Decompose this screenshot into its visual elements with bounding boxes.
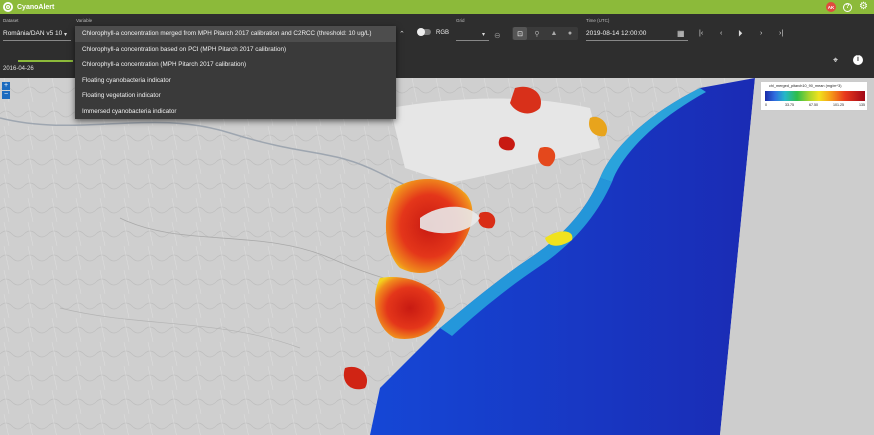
timeline-slider[interactable] <box>18 60 73 62</box>
time-underline <box>586 40 688 41</box>
legend-tick: 0 <box>765 103 767 107</box>
timeseries-icon[interactable]: ⌃ <box>399 31 405 39</box>
calendar-icon[interactable]: ▦ <box>677 30 685 38</box>
variable-option[interactable]: Floating vegetation indicator <box>75 88 396 104</box>
circle-mode-icon[interactable]: ● <box>563 27 577 40</box>
grid-chevron-down-icon[interactable]: ▾ <box>482 31 485 39</box>
time-input[interactable]: 2019-08-14 12:00:00 <box>586 30 646 37</box>
variable-option[interactable]: Chlorophyll-a concentration (MPH Pitarch… <box>75 57 396 73</box>
minus-circle-icon[interactable]: ⊖ <box>494 32 501 40</box>
dataset-label: Dataset <box>3 18 19 23</box>
variable-option[interactable]: Immersed cyanobacteria indicator <box>75 104 396 120</box>
zoom-out-button[interactable]: − <box>2 91 10 99</box>
variable-option[interactable]: Chlorophyll-a concentration merged from … <box>75 26 396 42</box>
dataset-select[interactable]: România/DAN v5 10 <box>3 30 62 37</box>
variable-option[interactable]: Floating cyanobacteria indicator <box>75 73 396 89</box>
legend-title: chl_merged_pitarch10_90_mean (mg/m^3) <box>769 84 842 88</box>
variable-label: Variable <box>76 18 93 23</box>
grid-label: Grid <box>456 18 465 23</box>
dataset-underline <box>3 40 71 41</box>
point-mode-icon[interactable]: ⚲ <box>530 27 544 40</box>
play-icon[interactable]: ⏵ <box>738 29 743 38</box>
location-icon[interactable]: ⌖ <box>833 56 838 65</box>
info-icon[interactable]: i <box>853 55 863 65</box>
first-icon[interactable]: |‹ <box>699 30 703 38</box>
variable-menu: Chlorophyll-a concentration merged from … <box>75 26 396 119</box>
app-bar: CyanoAlert AK ? ⚙ <box>0 0 874 14</box>
gear-icon[interactable]: ⚙ <box>859 2 868 12</box>
rgb-label: RGB <box>436 30 450 36</box>
chevron-down-icon[interactable]: ▾ <box>64 31 67 39</box>
polygon-mode-icon[interactable]: ▲ <box>547 27 561 40</box>
timeline-date: 2016-04-26 <box>3 66 34 72</box>
next-icon[interactable]: › <box>760 30 762 38</box>
legend-tick: 67.50 <box>809 103 818 107</box>
rgb-toggle[interactable] <box>417 28 431 36</box>
grid-underline <box>456 40 489 41</box>
legend-tick: 33.75 <box>785 103 794 107</box>
zoom-in-button[interactable]: + <box>2 82 10 90</box>
user-avatar[interactable]: AK <box>826 2 837 12</box>
help-icon[interactable]: ? <box>843 2 853 12</box>
map-mode-group: ⊡ ⚲ ▲ ● <box>512 27 578 40</box>
legend-tick: 101.25 <box>833 103 844 107</box>
cyanoalert-logo-icon <box>3 2 13 12</box>
legend-tick: 135 <box>859 103 865 107</box>
select-mode-icon[interactable]: ⊡ <box>513 27 527 40</box>
map-view[interactable] <box>0 78 874 435</box>
variable-option[interactable]: Chlorophyll-a concentration based on PCI… <box>75 42 396 58</box>
last-icon[interactable]: ›| <box>779 30 783 38</box>
legend-colorbar <box>765 91 865 101</box>
zoom-controls: + − <box>2 82 10 99</box>
app-title: CyanoAlert <box>17 3 55 11</box>
prev-icon[interactable]: ‹ <box>720 30 722 38</box>
color-legend: chl_merged_pitarch10_90_mean (mg/m^3) 0 … <box>760 81 868 111</box>
time-label: Time (UTC) <box>586 18 610 23</box>
map-canvas <box>0 78 874 435</box>
